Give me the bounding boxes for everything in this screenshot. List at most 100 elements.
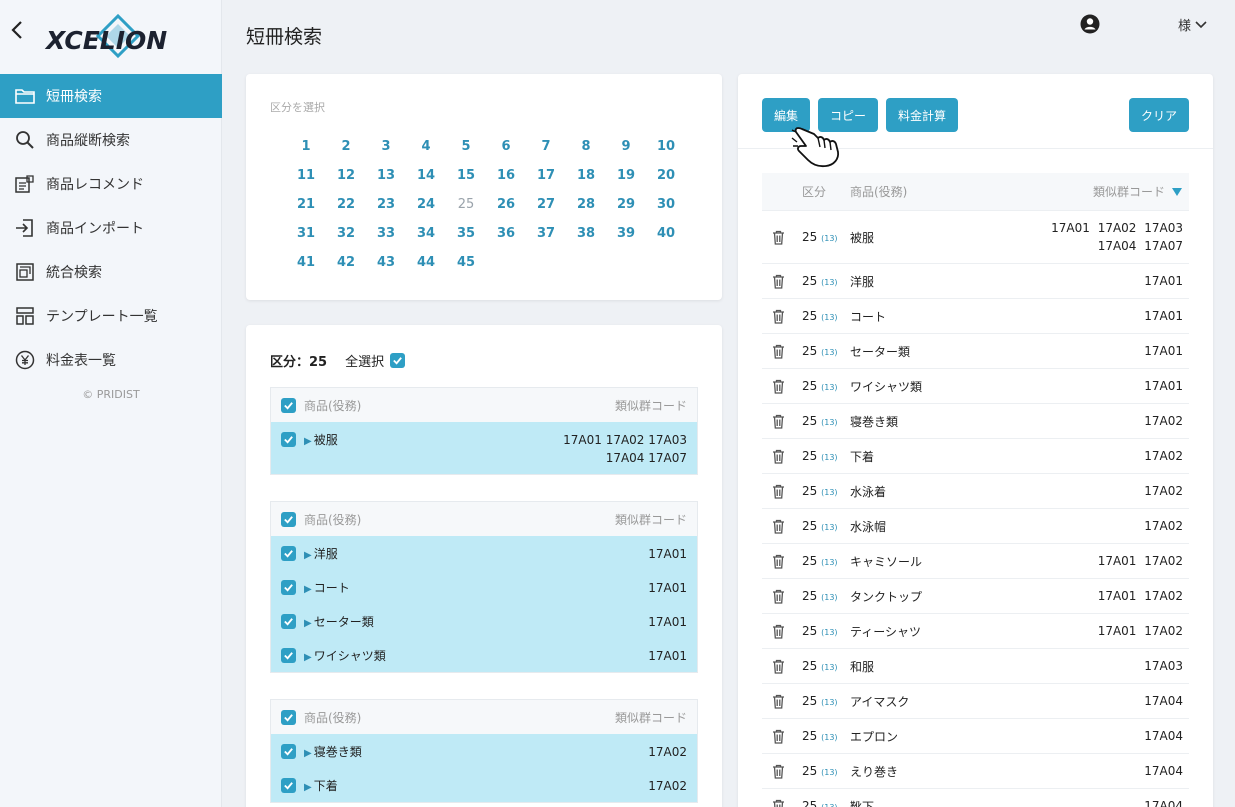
class-number-4[interactable]: 4: [406, 137, 446, 157]
class-number-15[interactable]: 15: [446, 166, 486, 186]
class-number-45[interactable]: 45: [446, 253, 486, 273]
trash-icon[interactable]: [762, 274, 796, 289]
class-number-24[interactable]: 24: [406, 195, 446, 215]
account-icon[interactable]: [1080, 14, 1100, 34]
user-menu[interactable]: 様: [1178, 15, 1207, 34]
class-number-35[interactable]: 35: [446, 224, 486, 244]
class-number-26[interactable]: 26: [486, 195, 526, 215]
class-number-42[interactable]: 42: [326, 253, 366, 273]
class-number-41[interactable]: 41: [286, 253, 326, 273]
class-number-21[interactable]: 21: [286, 195, 326, 215]
class-number-1[interactable]: 1: [286, 137, 326, 157]
fee-calc-button[interactable]: 料金計算: [886, 98, 958, 132]
group-row[interactable]: ▶ 被服 17A01 17A02 17A03 17A04 17A07: [271, 422, 697, 474]
class-number-34[interactable]: 34: [406, 224, 446, 244]
logo[interactable]: XCELION: [46, 12, 176, 60]
row-checkbox[interactable]: [281, 546, 296, 561]
trash-icon[interactable]: [762, 484, 796, 499]
trash-icon[interactable]: [762, 449, 796, 464]
class-number-2[interactable]: 2: [326, 137, 366, 157]
expand-triangle-icon[interactable]: ▶: [304, 748, 312, 759]
expand-triangle-icon[interactable]: ▶: [304, 782, 312, 793]
class-number-18[interactable]: 18: [566, 166, 606, 186]
row-checkbox[interactable]: [281, 648, 296, 663]
back-icon[interactable]: [10, 20, 30, 44]
row-checkbox[interactable]: [281, 580, 296, 595]
trash-icon[interactable]: [762, 799, 796, 807]
class-number-6[interactable]: 6: [486, 137, 526, 157]
sidebar-item-product-search[interactable]: 商品縦断検索: [0, 118, 222, 162]
class-number-38[interactable]: 38: [566, 224, 606, 244]
class-number-20[interactable]: 20: [646, 166, 686, 186]
row-checkbox[interactable]: [281, 432, 296, 447]
expand-triangle-icon[interactable]: ▶: [304, 584, 312, 595]
row-checkbox[interactable]: [281, 614, 296, 629]
trash-icon[interactable]: [762, 554, 796, 569]
trash-icon[interactable]: [762, 624, 796, 639]
class-number-37[interactable]: 37: [526, 224, 566, 244]
class-number-31[interactable]: 31: [286, 224, 326, 244]
sidebar-item-integrated-search[interactable]: 統合検索: [0, 250, 222, 294]
class-number-32[interactable]: 32: [326, 224, 366, 244]
class-number-28[interactable]: 28: [566, 195, 606, 215]
expand-triangle-icon[interactable]: ▶: [304, 618, 312, 629]
group-row[interactable]: ▶ 寝巻き類 17A02: [271, 734, 697, 768]
class-number-43[interactable]: 43: [366, 253, 406, 273]
class-number-40[interactable]: 40: [646, 224, 686, 244]
class-number-36[interactable]: 36: [486, 224, 526, 244]
class-number-13[interactable]: 13: [366, 166, 406, 186]
class-number-29[interactable]: 29: [606, 195, 646, 215]
class-number-25[interactable]: 25: [446, 195, 486, 215]
group-row[interactable]: ▶ 洋服 17A01: [271, 536, 697, 570]
class-number-14[interactable]: 14: [406, 166, 446, 186]
class-number-39[interactable]: 39: [606, 224, 646, 244]
trash-icon[interactable]: [762, 230, 796, 245]
class-number-11[interactable]: 11: [286, 166, 326, 186]
class-number-17[interactable]: 17: [526, 166, 566, 186]
class-number-33[interactable]: 33: [366, 224, 406, 244]
group-row[interactable]: ▶ セーター類 17A01: [271, 604, 697, 638]
group-row[interactable]: ▶ コート 17A01: [271, 570, 697, 604]
trash-icon[interactable]: [762, 309, 796, 324]
group-row[interactable]: ▶ ワイシャツ類 17A01: [271, 638, 697, 672]
trash-icon[interactable]: [762, 344, 796, 359]
sidebar-item-tanzaku-search[interactable]: 短冊検索: [0, 74, 222, 118]
trash-icon[interactable]: [762, 659, 796, 674]
trash-icon[interactable]: [762, 519, 796, 534]
class-number-5[interactable]: 5: [446, 137, 486, 157]
clear-button[interactable]: クリア: [1129, 98, 1189, 132]
trash-icon[interactable]: [762, 729, 796, 744]
trash-icon[interactable]: [762, 589, 796, 604]
col-code[interactable]: 類似群コード: [1093, 183, 1189, 200]
class-number-10[interactable]: 10: [646, 137, 686, 157]
trash-icon[interactable]: [762, 694, 796, 709]
class-number-30[interactable]: 30: [646, 195, 686, 215]
sidebar-item-recommend[interactable]: 商品レコメンド: [0, 162, 222, 206]
class-number-27[interactable]: 27: [526, 195, 566, 215]
group-row[interactable]: ▶ 下着 17A02: [271, 768, 697, 802]
expand-triangle-icon[interactable]: ▶: [304, 652, 312, 663]
class-number-12[interactable]: 12: [326, 166, 366, 186]
select-all-checkbox[interactable]: [390, 353, 406, 368]
sidebar-item-import[interactable]: 商品インポート: [0, 206, 222, 250]
class-number-19[interactable]: 19: [606, 166, 646, 186]
trash-icon[interactable]: [762, 764, 796, 779]
class-number-22[interactable]: 22: [326, 195, 366, 215]
expand-triangle-icon[interactable]: ▶: [304, 550, 312, 561]
class-number-9[interactable]: 9: [606, 137, 646, 157]
class-number-7[interactable]: 7: [526, 137, 566, 157]
row-checkbox[interactable]: [281, 778, 296, 793]
class-number-3[interactable]: 3: [366, 137, 406, 157]
sidebar-item-fee-table[interactable]: 料金表一覧: [0, 338, 222, 382]
class-number-23[interactable]: 23: [366, 195, 406, 215]
row-checkbox[interactable]: [281, 744, 296, 759]
expand-triangle-icon[interactable]: ▶: [304, 436, 312, 447]
trash-icon[interactable]: [762, 414, 796, 429]
group-checkbox[interactable]: [281, 511, 296, 527]
class-number-16[interactable]: 16: [486, 166, 526, 186]
group-checkbox[interactable]: [281, 709, 296, 725]
group-checkbox[interactable]: [281, 397, 296, 413]
class-number-44[interactable]: 44: [406, 253, 446, 273]
class-number-8[interactable]: 8: [566, 137, 606, 157]
sidebar-item-templates[interactable]: テンプレート一覧: [0, 294, 222, 338]
